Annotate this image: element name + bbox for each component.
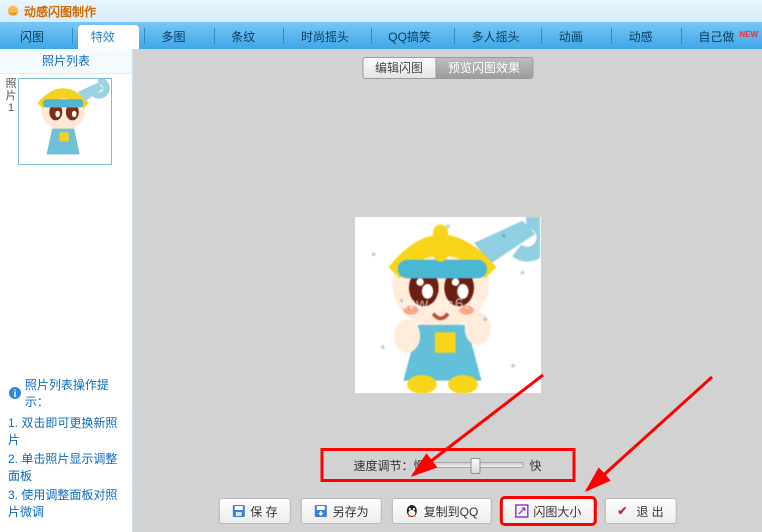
app-title: 动感闪图制作 [24, 3, 96, 20]
bottom-toolbar: 保 存 另存为 复制到QQ 闪图大小 ✔ [218, 498, 676, 524]
photo-thumb[interactable]: 照片1 [4, 78, 112, 165]
exit-button[interactable]: ✔ 退 出 [604, 498, 676, 524]
annotation-arrow-icon [572, 372, 722, 502]
tab-diy[interactable]: 自己做闪图NEW [686, 26, 754, 49]
save-icon [231, 504, 245, 518]
speed-control-annotated: 速度调节： 慢 快 [320, 448, 575, 482]
tab-effect[interactable]: 特效闪图 [78, 25, 139, 49]
saveas-icon [314, 504, 328, 518]
speed-fast-label: 快 [530, 457, 542, 474]
new-badge-icon: NEW [739, 23, 758, 46]
thumb-image[interactable] [18, 78, 112, 165]
tips-panel: i 照片列表操作提示： 1. 双击即可更换新照片 2. 单击照片显示调整面板 3… [0, 370, 132, 532]
speed-slow-label: 慢 [413, 457, 425, 474]
tab-multi[interactable]: 多图闪图 [150, 26, 209, 49]
qq-icon [405, 504, 419, 518]
tab-scene[interactable]: 闪图场景 [8, 26, 67, 49]
slider-handle-icon[interactable] [471, 458, 481, 474]
sidebar: 照片列表 照片1 [0, 49, 133, 532]
title-bar: 动感闪图制作 [0, 0, 762, 22]
speed-slider[interactable] [432, 462, 524, 468]
mode-tab-preview[interactable]: 预览闪图效果 [436, 57, 533, 79]
tab-multi-doll[interactable]: 多人摇头娃娃 [460, 26, 537, 49]
saveas-button[interactable]: 另存为 [301, 498, 382, 524]
resize-icon [514, 504, 528, 518]
sidebar-heading: 照片列表 [0, 49, 132, 74]
tab-anim-text[interactable]: 动画闪字 [547, 26, 606, 49]
tab-fashion-doll[interactable]: 时尚摇头娃娃 [289, 26, 366, 49]
mode-tab-group: 编辑闪图 预览闪图效果 [362, 57, 533, 79]
svg-text:i: i [14, 389, 17, 400]
app-logo-icon [6, 4, 20, 18]
tab-qq-emoji[interactable]: QQ搞笑表情 [376, 26, 449, 49]
thumb-label: 照片1 [4, 78, 18, 114]
mode-tab-edit[interactable]: 编辑闪图 [362, 57, 436, 79]
image-size-button[interactable]: 闪图大小 [501, 498, 594, 524]
tips-heading: 照片列表操作提示： [25, 376, 124, 410]
tip-line: 2. 单击照片显示调整面板 [8, 450, 124, 484]
copy-qq-button[interactable]: 复制到QQ [392, 498, 492, 524]
tip-line: 3. 使用调整面板对照片微调 [8, 486, 124, 520]
tab-ornament[interactable]: 动感饰品 [617, 26, 676, 49]
exit-icon: ✔ [617, 504, 631, 518]
main-canvas-area: 编辑闪图 预览闪图效果 [133, 49, 762, 532]
main-tab-strip: 闪图场景 特效闪图 多图闪图 条纹闪图 时尚摇头娃娃 QQ搞笑表情 多人摇头娃娃… [0, 22, 762, 50]
save-button[interactable]: 保 存 [218, 498, 290, 524]
preview-canvas: www.pc6.com [355, 217, 541, 393]
tab-stripe[interactable]: 条纹闪图 [219, 26, 278, 49]
tip-line: 1. 双击即可更换新照片 [8, 414, 124, 448]
info-icon: i [8, 386, 21, 400]
watermark: www.pc6.com [389, 296, 506, 314]
speed-label: 速度调节： [353, 457, 413, 474]
